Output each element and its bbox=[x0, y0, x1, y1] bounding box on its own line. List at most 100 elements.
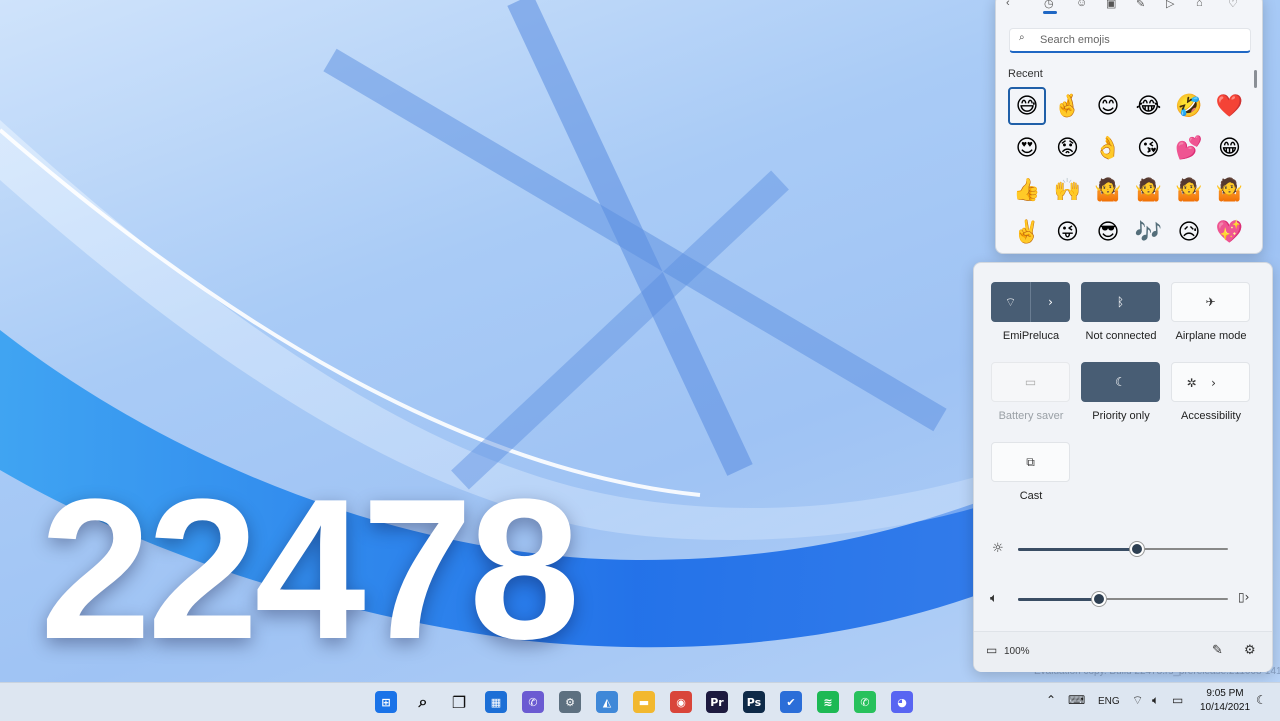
bluetooth-icon: ᛒ bbox=[1116, 295, 1125, 309]
focus-moon-icon[interactable]: ☾ bbox=[1256, 693, 1267, 707]
emoji-item[interactable]: 😁 bbox=[1211, 129, 1249, 167]
tile-label-accessibility: Accessibility bbox=[1181, 410, 1241, 422]
emoji-item[interactable]: 😘 bbox=[1130, 129, 1168, 167]
settings-gear-icon[interactable]: ⚙ bbox=[1244, 643, 1256, 658]
tile-priority[interactable]: ☾ bbox=[1081, 362, 1160, 402]
widgets-icon[interactable]: ▦ bbox=[485, 691, 507, 713]
tile-label-bluetooth: Not connected bbox=[1085, 330, 1157, 342]
emoji-item[interactable]: 😂 bbox=[1130, 87, 1168, 125]
moon-icon: ☾ bbox=[1115, 375, 1126, 389]
battery-saver-icon: ▭ bbox=[1024, 375, 1037, 389]
heart-tab-icon[interactable]: ♡ bbox=[1228, 0, 1238, 10]
battery-percentage: 100% bbox=[1004, 646, 1030, 657]
whatsapp-icon[interactable]: ✆ bbox=[854, 691, 876, 713]
emoji-item[interactable]: 💖 bbox=[1211, 213, 1249, 251]
emoji-item[interactable]: ✌️ bbox=[1008, 213, 1046, 251]
tile-wifi[interactable]: ⌔ › bbox=[991, 282, 1070, 322]
emoji-item[interactable]: 🤷 bbox=[1211, 171, 1249, 209]
tile-cast[interactable]: ⧉ bbox=[991, 442, 1070, 482]
language-indicator[interactable]: ENG bbox=[1098, 696, 1120, 707]
audio-output-icon[interactable]: ▯› bbox=[1238, 590, 1249, 604]
recent-tab-icon[interactable]: ◷ bbox=[1044, 0, 1054, 10]
food-tab-icon[interactable]: ▷ bbox=[1166, 0, 1174, 10]
travel-tab-icon[interactable]: ⌂ bbox=[1196, 0, 1203, 9]
spotify-icon[interactable]: ≋ bbox=[817, 691, 839, 713]
keyboard-icon[interactable]: ⌨ bbox=[1068, 693, 1085, 707]
clock-date: 10/14/2021 bbox=[1199, 702, 1251, 713]
emoji-item[interactable]: 👌 bbox=[1089, 129, 1127, 167]
emoji-item[interactable]: ❤️ bbox=[1211, 87, 1249, 125]
cast-icon: ⧉ bbox=[1026, 454, 1035, 469]
build-number-overlay: 22478 bbox=[40, 458, 580, 681]
premiere-pro-icon[interactable]: Pr bbox=[706, 691, 728, 713]
tile-bluetooth[interactable]: ᛒ bbox=[1081, 282, 1160, 322]
emoji-item[interactable]: 😍 bbox=[1008, 129, 1046, 167]
tile-label-battery_saver: Battery saver bbox=[998, 410, 1064, 422]
active-tab-indicator bbox=[1043, 11, 1057, 14]
emoji-item[interactable]: 🤷 bbox=[1130, 171, 1168, 209]
people-tab-icon[interactable]: ▣ bbox=[1106, 0, 1116, 10]
chrome-icon[interactable]: ◉ bbox=[670, 691, 692, 713]
clock-time: 9:05 PM bbox=[1206, 688, 1244, 699]
speaker-tray-icon[interactable]: 🔈︎ bbox=[1152, 693, 1159, 708]
celebration-tab-icon[interactable]: ✎ bbox=[1136, 0, 1145, 10]
emoji-item[interactable]: 🙌 bbox=[1049, 171, 1087, 209]
battery-icon: ▭ bbox=[986, 643, 998, 657]
emoji-search-input[interactable]: ⌕ Search emojis bbox=[1009, 28, 1251, 53]
emoji-item[interactable]: 🤞 bbox=[1049, 87, 1087, 125]
volume-icon: 🔈︎ bbox=[990, 591, 998, 606]
brightness-fill bbox=[1018, 547, 1136, 551]
search-placeholder: Search emojis bbox=[1040, 34, 1110, 46]
emoji-scrollbar[interactable] bbox=[1254, 70, 1257, 88]
chevron-right-icon[interactable]: › bbox=[1031, 282, 1070, 322]
search-icon[interactable]: ⌕ bbox=[412, 691, 434, 713]
taskbar: ⊞ ⌕ ❐ ▦ ✆ ⚙ ◭ ▬ ◉ Pr Ps ✔ ≋ ✆ ◕ ⌃ ⌨ ENG ⌔ 🔈︎ ▭ 9:05 PM… bbox=[0, 682, 1280, 721]
task-view-icon[interactable]: ❐ bbox=[448, 691, 470, 713]
volume-thumb[interactable] bbox=[1091, 592, 1106, 606]
system-clock[interactable]: 9:05 PM 10/14/2021 bbox=[1195, 687, 1255, 715]
emoji-item[interactable]: 😊 bbox=[1089, 87, 1127, 125]
quick-settings-footer: ▭ 100% ✎ ⚙ bbox=[974, 631, 1272, 672]
tile-accessibility[interactable]: ✲ › bbox=[1171, 362, 1250, 402]
wifi-tray-icon[interactable]: ⌔ bbox=[1132, 693, 1143, 708]
battery-tray-icon[interactable]: ▭ bbox=[1172, 693, 1183, 707]
tile-airplane[interactable]: ✈ bbox=[1171, 282, 1250, 322]
tile-label-priority: Priority only bbox=[1092, 410, 1150, 422]
emoji-item[interactable]: 😥 bbox=[1170, 213, 1208, 251]
photos-icon[interactable]: ◭ bbox=[596, 691, 618, 713]
start-button[interactable]: ⊞ bbox=[375, 691, 397, 713]
tile-label-wifi: EmiPreluca bbox=[1002, 330, 1060, 342]
tile-label-cast: Cast bbox=[1019, 490, 1043, 502]
brightness-icon: ☼ bbox=[992, 541, 1004, 556]
emoji-item[interactable]: 🤷 bbox=[1089, 171, 1127, 209]
wifi-icon: ⌔ bbox=[1004, 294, 1017, 309]
chevron-right-icon[interactable]: › bbox=[1194, 363, 1233, 403]
discord-icon[interactable]: ◕ bbox=[891, 691, 913, 713]
edit-pencil-icon[interactable]: ✎ bbox=[1212, 643, 1223, 658]
emoji-item[interactable]: 😜 bbox=[1049, 213, 1087, 251]
airplane-icon: ✈ bbox=[1205, 295, 1216, 309]
emoji-panel: ‹ ◷ ☺ ▣ ✎ ▷ ⌂ ♡ ⌕ Search emojis Recent 😅 🤞 😊 😂 🤣 ❤️ 😍… bbox=[995, 0, 1263, 254]
emoji-item[interactable]: 💕 bbox=[1170, 129, 1208, 167]
file-explorer-icon[interactable]: ▬ bbox=[633, 691, 655, 713]
emoji-item[interactable]: 😟 bbox=[1049, 129, 1087, 167]
tile-label-airplane: Airplane mode bbox=[1175, 330, 1247, 342]
section-label: Recent bbox=[1008, 68, 1043, 80]
emoji-item[interactable]: 😅 bbox=[1008, 87, 1046, 125]
emoji-category-tabs: ‹ ◷ ☺ ▣ ✎ ▷ ⌂ ♡ bbox=[996, 0, 1262, 13]
emoji-item[interactable]: 🤷 bbox=[1170, 171, 1208, 209]
smileys-tab-icon[interactable]: ☺ bbox=[1076, 0, 1087, 9]
search-icon: ⌕ bbox=[1019, 32, 1025, 43]
show-hidden-icons-chevron-icon[interactable]: ⌃ bbox=[1046, 693, 1056, 707]
settings-icon[interactable]: ⚙ bbox=[559, 691, 581, 713]
emoji-item[interactable]: 🎶 bbox=[1130, 213, 1168, 251]
brightness-thumb[interactable] bbox=[1129, 542, 1144, 556]
todo-icon[interactable]: ✔ bbox=[780, 691, 802, 713]
emoji-item[interactable]: 👍 bbox=[1008, 171, 1046, 209]
photoshop-icon[interactable]: Ps bbox=[743, 691, 765, 713]
volume-fill bbox=[1018, 597, 1098, 601]
emoji-item[interactable]: 🤣 bbox=[1170, 87, 1208, 125]
back-icon[interactable]: ‹ bbox=[1006, 0, 1010, 9]
teams-chat-icon[interactable]: ✆ bbox=[522, 691, 544, 713]
emoji-item[interactable]: 😎 bbox=[1089, 213, 1127, 251]
